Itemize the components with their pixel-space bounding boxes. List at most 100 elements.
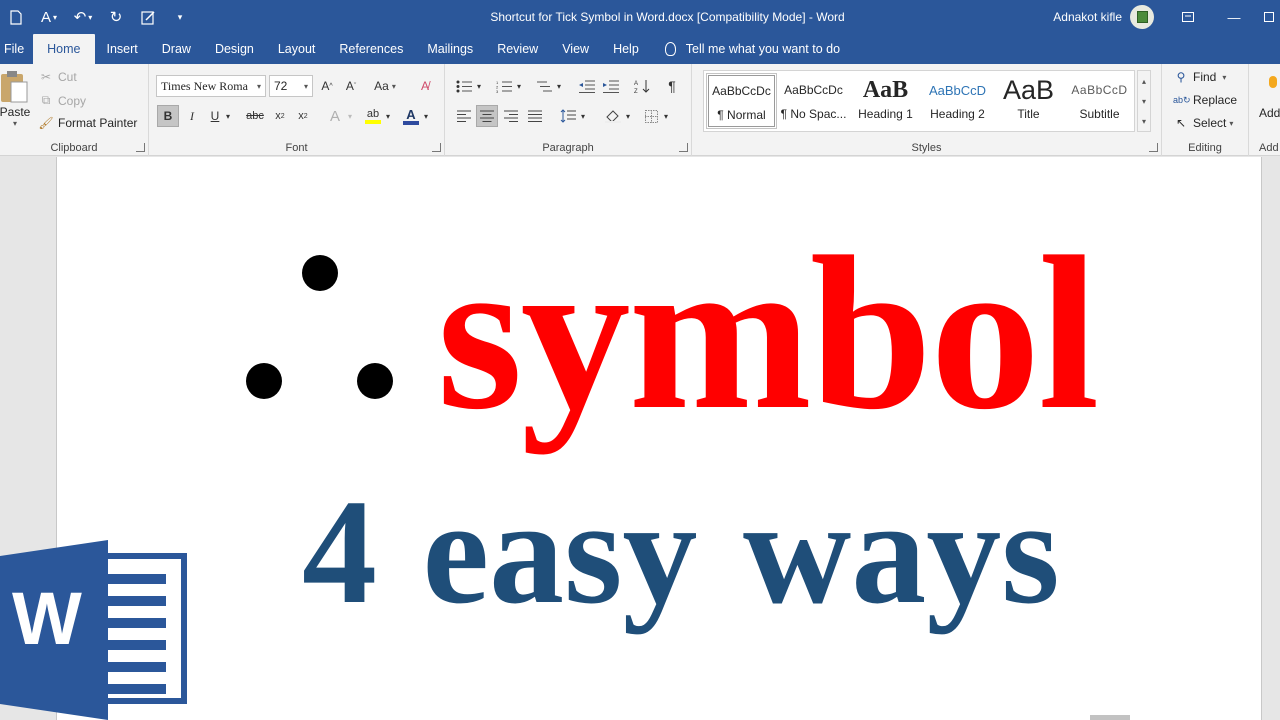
style-name: Title [1017, 107, 1040, 121]
show-formatting-marks-icon[interactable]: ¶ [661, 75, 683, 97]
document-line-symbol: symbol [437, 211, 1099, 455]
clear-formatting-icon[interactable]: A̸ [414, 75, 436, 97]
paste-icon [1, 71, 28, 103]
tab-layout[interactable]: Layout [266, 34, 328, 64]
replace-button[interactable]: ab↻ Replace [1173, 93, 1237, 107]
styles-gallery-scroll[interactable]: ▴ ▾ ▾ [1137, 70, 1151, 132]
edit-document-icon[interactable] [132, 0, 164, 34]
superscript-button[interactable]: x2 [292, 105, 314, 127]
font-family-select[interactable]: Times New Roma ▾ [156, 75, 266, 97]
decrease-indent-icon[interactable] [576, 75, 598, 97]
paintbrush-icon: 🖌 [38, 116, 54, 130]
align-center-icon[interactable] [476, 105, 498, 127]
style-title[interactable]: AaB Title [993, 73, 1064, 129]
chevron-down-icon: ▾ [256, 81, 261, 91]
bold-button[interactable]: B [157, 105, 179, 127]
therefore-dot-right [357, 363, 393, 399]
tab-home[interactable]: Home [33, 34, 95, 64]
sort-icon[interactable]: AZ [631, 75, 653, 97]
style-normal[interactable]: AaBbCcDc ¶ Normal [706, 73, 777, 129]
user-account[interactable]: Adnakot kifle [1053, 0, 1154, 34]
minimize-icon[interactable]: — [1211, 0, 1257, 34]
addins-icon[interactable] [1269, 76, 1277, 88]
copy-button[interactable]: ⧉ Copy [38, 93, 86, 108]
redo-icon[interactable]: ↻ [100, 0, 132, 34]
horizontal-scrollbar-thumb[interactable] [1090, 715, 1130, 720]
justify-icon[interactable] [524, 105, 546, 127]
addins-button-label[interactable]: Add [1259, 106, 1280, 120]
shading-icon[interactable] [602, 105, 624, 127]
align-right-icon[interactable] [500, 105, 522, 127]
clipboard-group: Paste ▾ ✂ Cut ⧉ Copy 🖌 Format Painter Cl… [0, 64, 149, 156]
chevron-down-icon[interactable]: ▾ [513, 75, 525, 97]
multilevel-list-icon[interactable] [533, 75, 555, 97]
chevron-down-icon[interactable]: ▾ [1142, 97, 1146, 106]
maximize-icon[interactable] [1257, 0, 1280, 34]
find-button[interactable]: ⚲ Find ▾ [1173, 70, 1227, 84]
paragraph-launcher-icon[interactable] [679, 143, 688, 152]
highlight-icon[interactable]: ab [362, 105, 384, 127]
styles-launcher-icon[interactable] [1149, 143, 1158, 152]
style-sample: AaB [1002, 74, 1055, 105]
style-name: Heading 1 [858, 107, 913, 121]
document-page[interactable]: symbol 4 easy ways [56, 157, 1262, 720]
tell-me-text: Tell me what you want to do [685, 42, 841, 56]
line-spacing-icon[interactable] [557, 105, 579, 127]
paste-button[interactable]: Paste ▾ [0, 70, 30, 140]
paste-label: Paste [0, 105, 31, 119]
bullets-icon[interactable] [453, 75, 475, 97]
paste-dropdown-icon: ▾ [12, 119, 17, 128]
text-effects-icon[interactable]: A [324, 105, 346, 127]
align-left-icon[interactable] [453, 105, 475, 127]
ribbon-display-options-icon[interactable] [1165, 0, 1211, 34]
increase-indent-icon[interactable] [600, 75, 622, 97]
chevron-down-icon[interactable]: ▾ [660, 105, 672, 127]
strikethrough-button[interactable]: abc [244, 105, 266, 127]
style-heading-1[interactable]: AaB Heading 1 [850, 73, 921, 129]
chevron-down-icon[interactable]: ▾ [553, 75, 565, 97]
chevron-down-icon[interactable]: ▾ [420, 105, 432, 127]
underline-dropdown-icon[interactable]: ▾ [222, 105, 234, 127]
tab-design[interactable]: Design [203, 34, 266, 64]
style-sample: AaBbCcD [1071, 83, 1128, 97]
select-button[interactable]: ↖ Select ▾ [1173, 116, 1233, 130]
cut-button[interactable]: ✂ Cut [38, 70, 77, 84]
chevron-down-icon[interactable]: ▾ [473, 75, 485, 97]
chevron-down-icon[interactable]: ▾ [622, 105, 634, 127]
numbering-icon[interactable]: 123 [493, 75, 515, 97]
change-case-button[interactable]: Aa ▾ [369, 75, 401, 97]
borders-icon[interactable] [640, 105, 662, 127]
chevron-down-icon[interactable]: ▾ [382, 105, 394, 127]
font-color-quick-icon[interactable]: A ▾ [32, 0, 66, 34]
chevron-down-icon[interactable]: ▾ [344, 105, 356, 127]
tab-references[interactable]: References [327, 34, 415, 64]
clipboard-launcher-icon[interactable] [136, 143, 145, 152]
undo-icon[interactable]: ↶ ▾ [66, 0, 100, 34]
grow-font-icon[interactable]: A ^ [316, 75, 338, 97]
font-size-select[interactable]: 72 ▾ [269, 75, 313, 97]
font-color-icon[interactable]: A [400, 105, 422, 127]
shrink-font-icon[interactable]: Aˇ [340, 75, 362, 97]
replace-icon: ab↻ [1173, 94, 1191, 105]
tab-file[interactable]: File [0, 34, 33, 64]
tab-draw[interactable]: Draw [150, 34, 203, 64]
avatar[interactable] [1130, 5, 1154, 29]
subscript-button[interactable]: x2 [269, 105, 291, 127]
chevron-up-icon[interactable]: ▴ [1142, 77, 1146, 86]
italic-button[interactable]: I [181, 105, 203, 127]
font-launcher-icon[interactable] [432, 143, 441, 152]
style-no-spacing[interactable]: AaBbCcDc ¶ No Spac... [778, 73, 849, 129]
customize-qat-icon[interactable]: ▾ [164, 0, 196, 34]
format-painter-button[interactable]: 🖌 Format Painter [38, 116, 137, 130]
more-styles-icon[interactable]: ▾ [1142, 117, 1146, 126]
style-heading-2[interactable]: AaBbCcD Heading 2 [922, 73, 993, 129]
tab-insert[interactable]: Insert [95, 34, 150, 64]
tab-review[interactable]: Review [485, 34, 550, 64]
tab-help[interactable]: Help [601, 34, 651, 64]
style-subtitle[interactable]: AaBbCcD Subtitle [1064, 73, 1135, 129]
chevron-down-icon[interactable]: ▾ [577, 105, 589, 127]
tab-view[interactable]: View [550, 34, 601, 64]
new-document-icon[interactable] [0, 0, 32, 34]
tell-me-search[interactable]: Tell me what you want to do [651, 34, 840, 64]
tab-mailings[interactable]: Mailings [415, 34, 485, 64]
